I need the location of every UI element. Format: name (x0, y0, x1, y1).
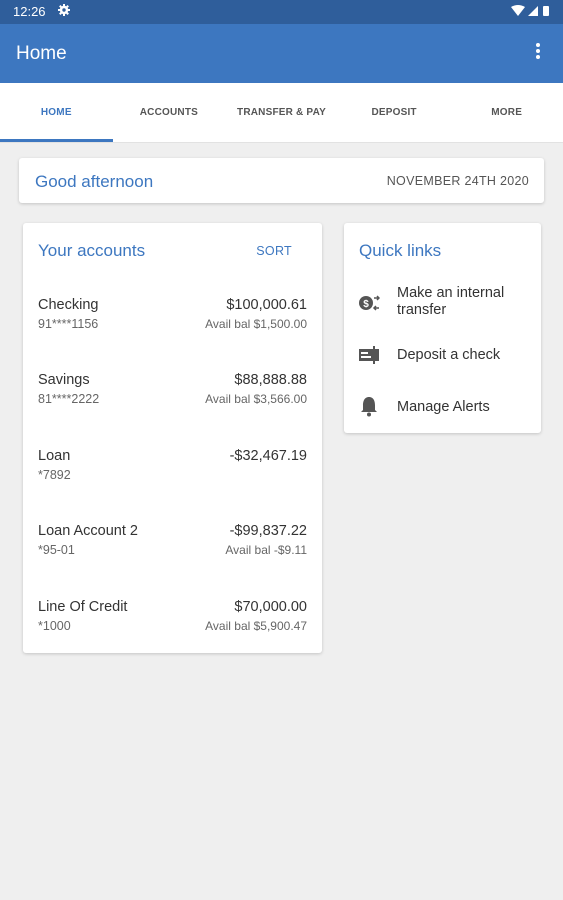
quick-link-label: Make an internal transfer (397, 285, 505, 318)
account-name: Line Of Credit (38, 599, 128, 615)
wifi-icon (511, 5, 525, 16)
account-amount: $70,000.00 (234, 599, 307, 615)
status-time: 12:26 (13, 4, 46, 19)
tab-transfer-pay[interactable]: TRANSFER & PAY (225, 83, 338, 142)
quick-link-manage-alerts[interactable]: Manage Alerts (344, 395, 541, 435)
account-number: *95-01 (38, 543, 75, 557)
app-title: Home (16, 43, 67, 64)
quick-link-deposit-check[interactable]: Deposit a check (344, 343, 541, 383)
greeting-card: Good afternoon NOVEMBER 24TH 2020 (19, 158, 544, 203)
app-bar: Home (0, 24, 563, 83)
account-number: 91****1156 (38, 317, 99, 331)
status-bar: 12:26 (0, 0, 563, 24)
account-number: *7892 (38, 468, 71, 482)
account-row-savings[interactable]: Savings 81****2222 $88,888.88 Avail bal … (23, 372, 322, 432)
overflow-menu-icon[interactable] (535, 41, 541, 61)
accounts-card: Your accounts SORT Checking 91****1156 $… (23, 223, 322, 653)
tab-deposit[interactable]: DEPOSIT (338, 83, 451, 142)
svg-text:$: $ (363, 299, 369, 310)
account-amount: $100,000.61 (226, 297, 307, 313)
account-name: Savings (38, 372, 90, 388)
account-amount: $88,888.88 (234, 372, 307, 388)
account-row-loan-account-2[interactable]: Loan Account 2 *95-01 -$99,837.22 Avail … (23, 523, 322, 583)
greeting-date: NOVEMBER 24TH 2020 (386, 174, 529, 188)
greeting-title: Good afternoon (35, 172, 154, 191)
account-number: *1000 (38, 619, 71, 633)
account-name: Loan Account 2 (38, 523, 138, 539)
tab-home[interactable]: HOME (0, 83, 113, 142)
tab-accounts[interactable]: ACCOUNTS (113, 83, 226, 142)
account-row-line-of-credit[interactable]: Line Of Credit *1000 $70,000.00 Avail ba… (23, 599, 322, 659)
bell-icon (361, 397, 377, 417)
battery-icon (543, 6, 549, 16)
accounts-title: Your accounts (38, 241, 146, 260)
account-row-checking[interactable]: Checking 91****1156 $100,000.61 Avail ba… (23, 297, 322, 357)
system-status-icons (511, 5, 549, 16)
signal-icon (528, 6, 538, 16)
transfer-icon: $ (359, 295, 380, 311)
account-available-balance: Avail bal $5,900.47 (205, 619, 307, 633)
sort-button[interactable]: SORT (256, 244, 292, 258)
account-name: Checking (38, 297, 99, 313)
quick-link-label: Deposit a check (397, 347, 501, 363)
account-row-loan[interactable]: Loan *7892 -$32,467.19 (23, 448, 322, 508)
tab-more[interactable]: MORE (450, 83, 563, 142)
quick-links-card: Quick links $ Make an internal transfer … (344, 223, 541, 433)
account-amount: -$99,837.22 (229, 523, 307, 539)
account-available-balance: Avail bal -$9.11 (225, 543, 307, 557)
account-available-balance: Avail bal $1,500.00 (205, 317, 307, 331)
tab-bar: HOME ACCOUNTS TRANSFER & PAY DEPOSIT MOR… (0, 83, 563, 143)
account-number: 81****2222 (38, 392, 100, 406)
quick-link-label: Manage Alerts (397, 399, 490, 415)
account-name: Loan (38, 448, 71, 464)
quick-link-internal-transfer[interactable]: $ Make an internal transfer (344, 285, 541, 325)
account-amount: -$32,467.19 (229, 448, 307, 464)
gear-icon (58, 4, 70, 16)
account-available-balance: Avail bal $3,566.00 (205, 392, 307, 406)
check-icon (359, 346, 379, 364)
quick-links-title: Quick links (359, 241, 442, 260)
